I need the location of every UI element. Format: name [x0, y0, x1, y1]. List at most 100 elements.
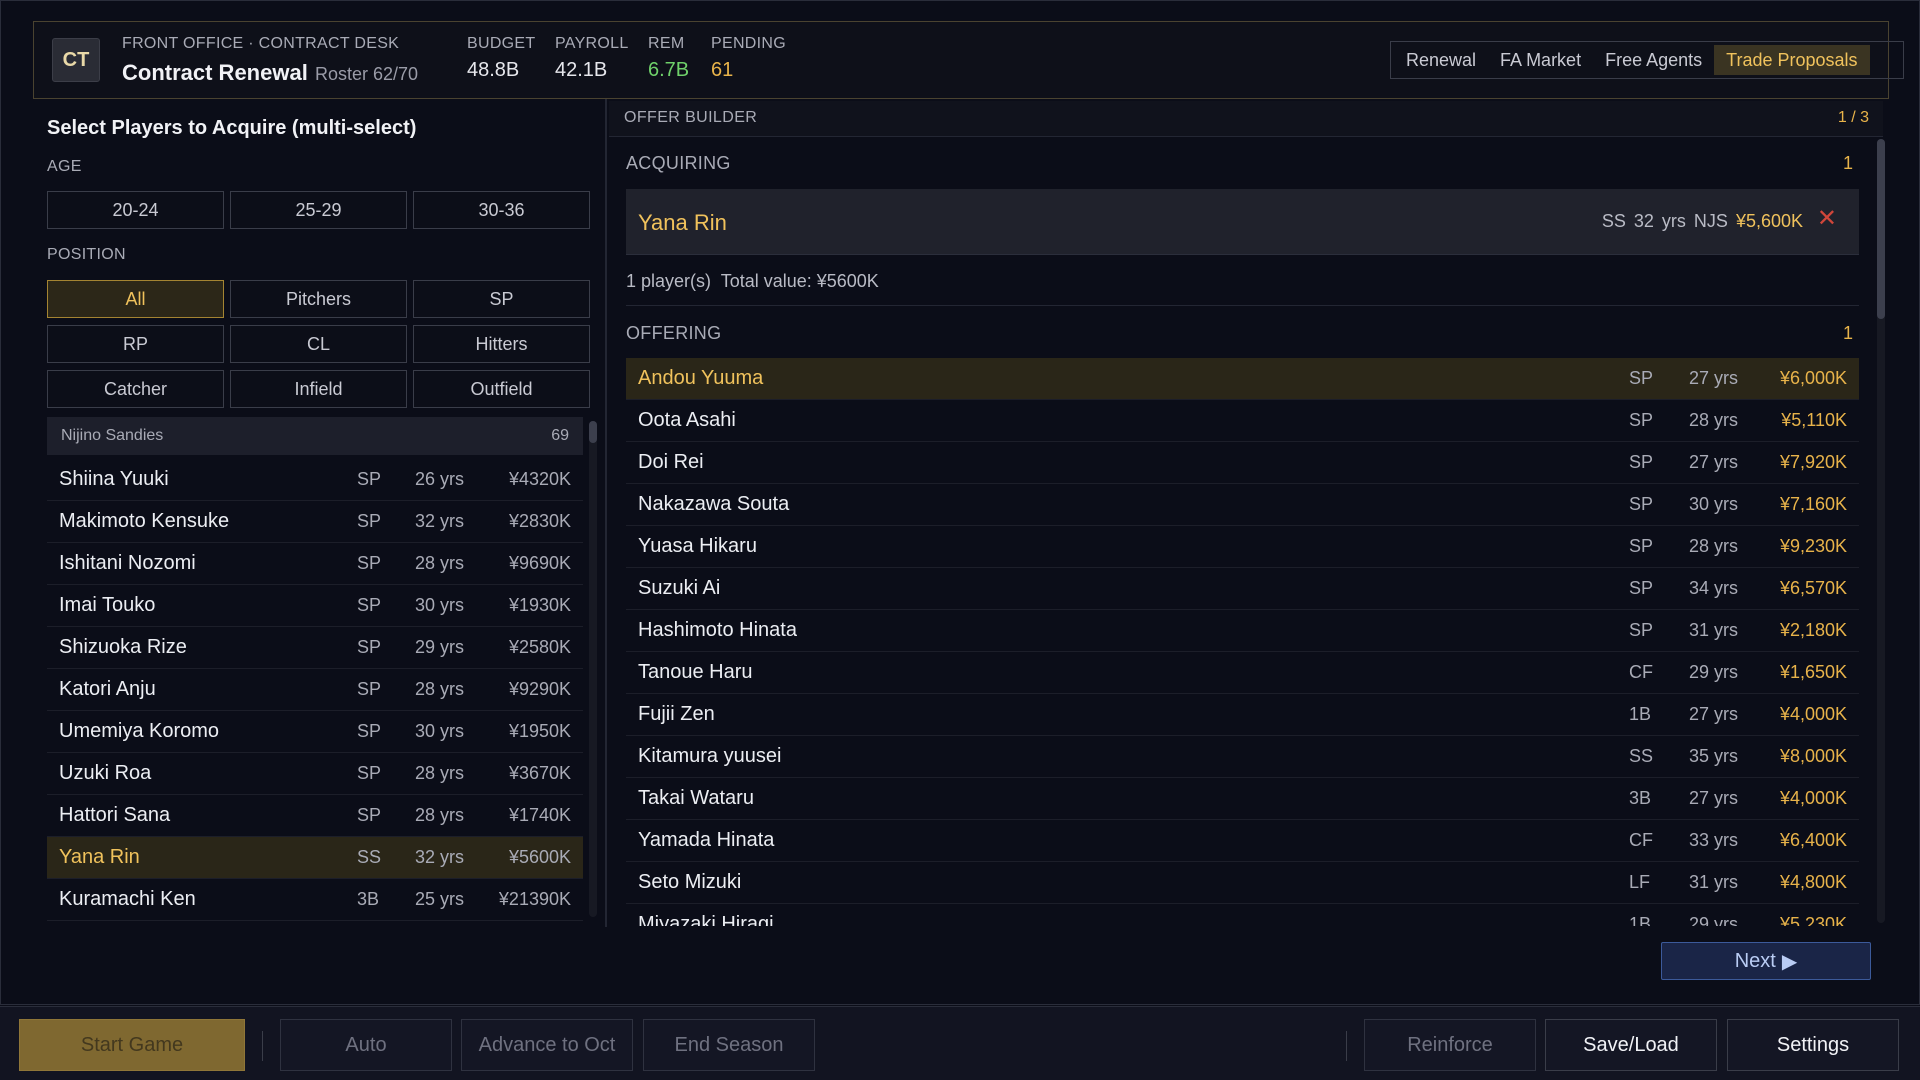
age-label: AGE	[47, 158, 82, 175]
player-row[interactable]: Shizuoka Rize SP 29 yrs ¥2580K	[47, 627, 583, 669]
page-title: Contract Renewal	[122, 60, 308, 85]
player-salary: ¥6,000K	[1779, 368, 1847, 388]
player-salary: ¥1,650K	[1779, 662, 1847, 682]
age-filter-25-29[interactable]: 25-29	[230, 191, 407, 229]
end-season-button[interactable]: End Season	[643, 1019, 815, 1071]
player-position: LF	[1629, 872, 1651, 892]
player-age: 27 yrs	[1689, 704, 1739, 724]
offering-row[interactable]: Seto Mizuki LF 31 yrs ¥4,800K	[626, 862, 1859, 904]
reinforce-button[interactable]: Reinforce	[1364, 1019, 1536, 1071]
player-position: CF	[1629, 662, 1653, 682]
player-row[interactable]: Shiina Yuuki SP 26 yrs ¥4320K	[47, 459, 583, 501]
position-filter-rp[interactable]: RP	[47, 325, 224, 363]
player-row[interactable]: Umemiya Koromo SP 30 yrs ¥1950K	[47, 711, 583, 753]
player-row[interactable]: Hattori Sana SP 28 yrs ¥1740K	[47, 795, 583, 837]
tab-fa-market[interactable]: FA Market	[1488, 45, 1593, 75]
scrollbar-thumb[interactable]	[589, 421, 597, 443]
position-filter-pitchers[interactable]: Pitchers	[230, 280, 407, 318]
player-age: 28 yrs	[415, 553, 465, 573]
player-name: Yuasa Hikaru	[638, 535, 757, 557]
position-filter-outfield[interactable]: Outfield	[413, 370, 590, 408]
player-row[interactable]: Makimoto Kensuke SP 32 yrs ¥2830K	[47, 501, 583, 543]
player-age: 31 yrs	[1689, 872, 1739, 892]
offering-row[interactable]: Doi Rei SP 27 yrs ¥7,920K	[626, 442, 1859, 484]
panel-divider	[605, 99, 607, 927]
position-filter-infield[interactable]: Infield	[230, 370, 407, 408]
team-name: Nijino Sandies	[61, 427, 164, 444]
position-filter-sp[interactable]: SP	[413, 280, 590, 318]
offering-row[interactable]: Fujii Zen 1B 27 yrs ¥4,000K	[626, 694, 1859, 736]
player-row[interactable]: Kuramachi Ken 3B 25 yrs ¥21390K	[47, 879, 583, 921]
position-filter-cl[interactable]: CL	[230, 325, 407, 363]
offering-row[interactable]: Miyazaki Hiragi 1B 29 yrs ¥5,230K	[626, 904, 1859, 926]
offering-row[interactable]: Oota Asahi SP 28 yrs ¥5,110K	[626, 400, 1859, 442]
offer-builder-title: OFFER BUILDER	[624, 109, 758, 126]
player-position: SP	[1629, 578, 1654, 598]
age-filter-20-24[interactable]: 20-24	[47, 191, 224, 229]
player-name: Shiina Yuuki	[59, 468, 169, 490]
player-salary: ¥21390K	[498, 889, 571, 909]
player-age: 35 yrs	[1689, 746, 1739, 766]
save-load-button[interactable]: Save/Load	[1545, 1019, 1717, 1071]
player-salary: ¥4,000K	[1779, 704, 1847, 724]
offer-scrollbar[interactable]	[1877, 139, 1885, 923]
player-row[interactable]: Ishitani Nozomi SP 28 yrs ¥9690K	[47, 543, 583, 585]
player-row[interactable]: Katori Anju SP 28 yrs ¥9290K	[47, 669, 583, 711]
position-filter-hitters[interactable]: Hitters	[413, 325, 590, 363]
player-name: Kitamura yuusei	[638, 745, 782, 767]
offering-row[interactable]: Tanoue Haru CF 29 yrs ¥1,650K	[626, 652, 1859, 694]
player-position: SP	[1629, 620, 1654, 640]
remove-icon[interactable]: ✕	[1817, 207, 1837, 231]
start-game-button[interactable]: Start Game	[19, 1019, 245, 1071]
offering-row[interactable]: Kitamura yuusei SS 35 yrs ¥8,000K	[626, 736, 1859, 778]
player-age: 28 yrs	[1689, 410, 1739, 430]
player-name: Doi Rei	[638, 451, 704, 473]
player-age: 27 yrs	[1689, 788, 1739, 808]
offering-row[interactable]: Yamada Hinata CF 33 yrs ¥6,400K	[626, 820, 1859, 862]
stat-pending: PENDING 61	[711, 35, 786, 82]
player-salary: ¥9,230K	[1779, 536, 1847, 556]
tab-renewal[interactable]: Renewal	[1394, 45, 1488, 75]
player-position: SP	[1629, 536, 1654, 556]
acquiring-player-salary: ¥5,600K	[1735, 211, 1803, 231]
position-filter-catcher[interactable]: Catcher	[47, 370, 224, 408]
acquiring-player-pos: SS	[1601, 211, 1626, 231]
stat-remaining: REM 6.7B	[648, 35, 689, 82]
player-salary: ¥4,000K	[1779, 788, 1847, 808]
tab-free-agents[interactable]: Free Agents	[1593, 45, 1714, 75]
scrollbar-thumb[interactable]	[1877, 139, 1885, 319]
player-position: SP	[357, 637, 382, 657]
player-list-scrollbar[interactable]	[589, 421, 597, 917]
offering-row[interactable]: Hashimoto Hinata SP 31 yrs ¥2,180K	[626, 610, 1859, 652]
player-row[interactable]: Yana Rin SS 32 yrs ¥5600K	[47, 837, 583, 879]
tab-trade-proposals[interactable]: Trade Proposals	[1714, 45, 1870, 75]
settings-button[interactable]: Settings	[1727, 1019, 1899, 1071]
stat-value: 61	[711, 59, 734, 81]
advance-to-oct-button[interactable]: Advance to Oct	[461, 1019, 633, 1071]
player-salary: ¥2830K	[508, 511, 571, 531]
next-button[interactable]: Next ▶	[1661, 942, 1871, 980]
offering-label: OFFERING	[626, 323, 722, 343]
player-position: SP	[1629, 368, 1654, 388]
player-position: 3B	[357, 889, 380, 909]
player-age: 29 yrs	[1689, 662, 1739, 682]
acquiring-player-card[interactable]: Yana Rin SS 32 yrs NJS ¥5,600K ✕	[626, 189, 1859, 255]
player-row[interactable]: Uzuki Roa SP 28 yrs ¥3670K	[47, 753, 583, 795]
offering-row[interactable]: Yuasa Hikaru SP 28 yrs ¥9,230K	[626, 526, 1859, 568]
player-salary: ¥8,000K	[1779, 746, 1847, 766]
player-row[interactable]: Imai Touko SP 30 yrs ¥1930K	[47, 585, 583, 627]
player-salary: ¥6,400K	[1779, 830, 1847, 850]
offering-row[interactable]: Andou Yuuma SP 27 yrs ¥6,000K	[626, 358, 1859, 400]
player-name: Miyazaki Hiragi	[638, 913, 774, 926]
position-filter-all[interactable]: All	[47, 280, 224, 318]
offering-row[interactable]: Nakazawa Souta SP 30 yrs ¥7,160K	[626, 484, 1859, 526]
age-filter-30-36[interactable]: 30-36	[413, 191, 590, 229]
offering-row[interactable]: Takai Wataru 3B 27 yrs ¥4,000K	[626, 778, 1859, 820]
roster-count: Roster 62/70	[315, 64, 419, 84]
player-name: Hashimoto Hinata	[638, 619, 797, 641]
auto-button[interactable]: Auto	[280, 1019, 452, 1071]
acquire-title: Select Players to Acquire (multi-select)	[47, 117, 417, 139]
team-group-header[interactable]: Nijino Sandies 69	[47, 417, 583, 455]
acquiring-player-team: NJS	[1693, 211, 1728, 231]
offering-row[interactable]: Suzuki Ai SP 34 yrs ¥6,570K	[626, 568, 1859, 610]
